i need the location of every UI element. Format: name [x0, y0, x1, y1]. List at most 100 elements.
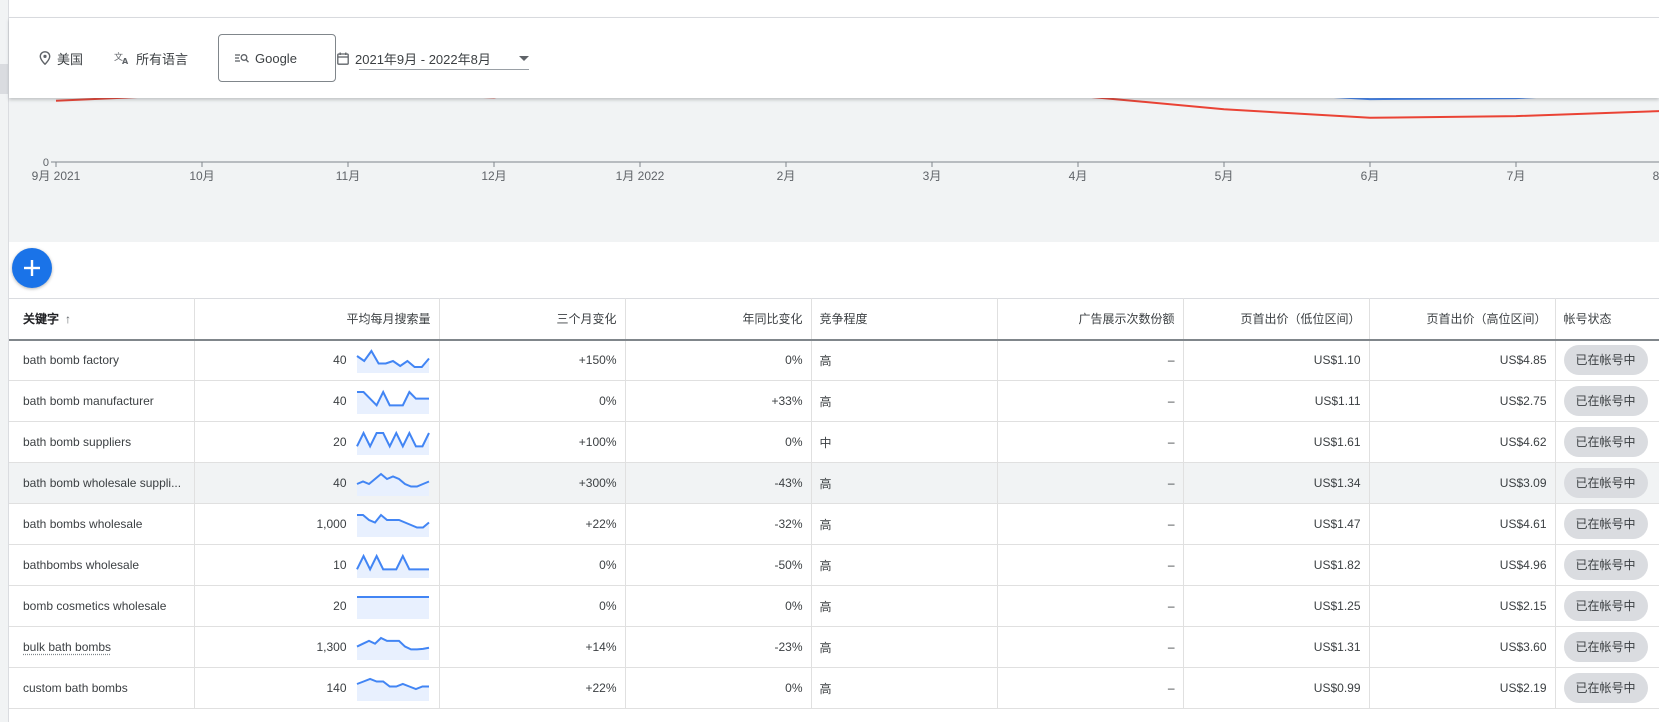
x-tick-label: 10月: [189, 169, 214, 183]
keyword-table: 关键字 ↑ 平均每月搜索量 三个月变化 年同比变化 竞争程度 广告展示次数份额 页…: [9, 298, 1659, 709]
competition-cell: 中: [811, 421, 998, 463]
chevron-down-icon: [518, 55, 529, 61]
bid-low-cell: US$1.11: [1183, 380, 1370, 422]
impression-share-cell: –: [997, 667, 1184, 709]
bid-high-cell: US$2.15: [1369, 585, 1556, 627]
impression-share-cell: –: [997, 380, 1184, 422]
volume-value: 1,000: [316, 517, 347, 531]
in-account-button[interactable]: 已在帐号中: [1563, 632, 1648, 662]
yoy-change-cell: -50%: [625, 544, 812, 586]
location-filter[interactable]: 美国: [39, 18, 83, 98]
avg-searches-cell: 140: [194, 667, 440, 709]
header-bid-high[interactable]: 页首出价（高位区间）: [1369, 298, 1556, 341]
in-account-button[interactable]: 已在帐号中: [1563, 673, 1648, 703]
three-month-change-cell: 0%: [439, 585, 626, 627]
account-status-cell: 已在帐号中: [1555, 626, 1659, 668]
table-row[interactable]: custom bath bombs 140 +22% 0% 高 – US$0.9…: [9, 667, 1659, 709]
table-row[interactable]: bulk bath bombs 1,300 +14% -23% 高 – US$1…: [9, 626, 1659, 668]
in-account-button[interactable]: 已在帐号中: [1563, 468, 1648, 498]
x-tick-label: 2月: [777, 169, 796, 183]
in-account-button[interactable]: 已在帐号中: [1563, 509, 1648, 539]
in-account-button[interactable]: 已在帐号中: [1563, 345, 1648, 376]
keyword-cell: bomb cosmetics wholesale: [9, 585, 195, 627]
competition-cell: 高: [811, 380, 998, 422]
bid-high-cell: US$4.61: [1369, 503, 1556, 545]
in-account-button[interactable]: 已在帐号中: [1563, 591, 1648, 621]
keyword-cell: bath bomb wholesale suppli...: [9, 462, 195, 504]
keyword-cell: bath bombs wholesale: [9, 503, 195, 545]
impression-share-cell: –: [997, 421, 1184, 463]
search-trend-sparkline: [356, 513, 430, 537]
header-bid-low[interactable]: 页首出价（低位区间）: [1183, 298, 1370, 341]
three-month-change-cell: +100%: [439, 421, 626, 463]
volume-value: 40: [333, 476, 347, 490]
header-keyword[interactable]: 关键字 ↑: [9, 298, 195, 341]
table-row[interactable]: bath bomb wholesale suppli... 40 +300% -…: [9, 462, 1659, 504]
bid-high-cell: US$3.09: [1369, 462, 1556, 504]
competition-cell: 高: [811, 585, 998, 627]
x-tick-label: 4月: [1069, 169, 1088, 183]
yoy-change-cell: 0%: [625, 339, 812, 381]
left-strip-notch: [0, 64, 8, 94]
sparkline-area: [356, 679, 429, 701]
account-status-cell: 已在帐号中: [1555, 380, 1659, 422]
header-avg-searches[interactable]: 平均每月搜索量: [194, 298, 440, 341]
search-trend-sparkline: [355, 430, 430, 455]
account-status-cell: 已在帐号中: [1555, 503, 1659, 545]
network-filter[interactable]: Google: [218, 34, 336, 82]
keyword-cell: custom bath bombs: [9, 667, 195, 709]
header-account-status[interactable]: 帐号状态: [1555, 298, 1659, 341]
yoy-change-cell: 0%: [625, 421, 812, 463]
search-trend-sparkline: [356, 389, 429, 414]
bid-low-cell: US$0.99: [1183, 667, 1370, 709]
three-month-change-cell: +22%: [439, 667, 626, 709]
bid-low-cell: US$1.82: [1183, 544, 1370, 586]
table-row[interactable]: bath bomb suppliers 20 +100% 0% 中 – US$1…: [9, 421, 1659, 463]
table-row[interactable]: bath bomb factory 40 +150% 0% 高 – US$1.1…: [9, 339, 1659, 381]
yoy-change-cell: -23%: [625, 626, 812, 668]
keyword-link[interactable]: bulk bath bombs: [23, 640, 111, 654]
account-status-cell: 已在帐号中: [1555, 339, 1659, 381]
language-filter[interactable]: 文A 所有语言: [114, 18, 188, 98]
avg-searches-cell: 40: [194, 462, 440, 504]
impression-share-cell: –: [997, 339, 1184, 381]
bid-high-cell: US$2.75: [1369, 380, 1556, 422]
in-account-button[interactable]: 已在帐号中: [1563, 386, 1648, 416]
header-three-month-change[interactable]: 三个月变化: [439, 298, 626, 341]
header-yoy-change[interactable]: 年同比变化: [625, 298, 812, 341]
table-row[interactable]: bomb cosmetics wholesale 20 0% 0% 高 – US…: [9, 585, 1659, 627]
impression-share-cell: –: [997, 503, 1184, 545]
competition-cell: 高: [811, 503, 998, 545]
x-tick-label: 1月 2022: [616, 169, 665, 183]
search-trend-sparkline: [356, 472, 429, 496]
table-row[interactable]: bathbombs wholesale 10 0% -50% 高 – US$1.…: [9, 544, 1659, 586]
date-range-label: 2021年9月 - 2022年8月: [355, 51, 491, 67]
header-competition[interactable]: 竞争程度: [811, 298, 998, 341]
search-trend-sparkline: [356, 596, 429, 619]
plus-icon: [24, 260, 40, 276]
in-account-button[interactable]: 已在帐号中: [1563, 550, 1648, 580]
search-trend-sparkline: [356, 636, 429, 660]
yoy-change-cell: +33%: [625, 380, 812, 422]
add-keyword-button[interactable]: [12, 248, 52, 288]
search-trend-sparkline: [355, 553, 429, 578]
sparkline-area: [356, 597, 429, 619]
volume-value: 140: [326, 681, 347, 695]
keyword-cell: bulk bath bombs: [9, 626, 195, 668]
table-row[interactable]: bath bombs wholesale 1,000 +22% -32% 高 –…: [9, 503, 1659, 545]
yoy-change-cell: -32%: [625, 503, 812, 545]
keyword-cell: bath bomb factory: [9, 339, 195, 381]
table-header-row: 关键字 ↑ 平均每月搜索量 三个月变化 年同比变化 竞争程度 广告展示次数份额 页…: [9, 298, 1659, 341]
bid-low-cell: US$1.10: [1183, 339, 1370, 381]
table-row[interactable]: bath bomb manufacturer 40 0% +33% 高 – US…: [9, 380, 1659, 422]
search-trend-sparkline: [355, 349, 430, 374]
three-month-change-cell: +150%: [439, 339, 626, 381]
account-status-cell: 已在帐号中: [1555, 462, 1659, 504]
header-impression-share[interactable]: 广告展示次数份额: [997, 298, 1184, 341]
three-month-change-cell: 0%: [439, 380, 626, 422]
three-month-change-cell: 0%: [439, 544, 626, 586]
in-account-button[interactable]: 已在帐号中: [1563, 427, 1648, 457]
volume-value: 40: [333, 394, 347, 408]
date-range-filter[interactable]: 2021年9月 - 2022年8月: [337, 18, 529, 98]
yoy-change-cell: 0%: [625, 585, 812, 627]
